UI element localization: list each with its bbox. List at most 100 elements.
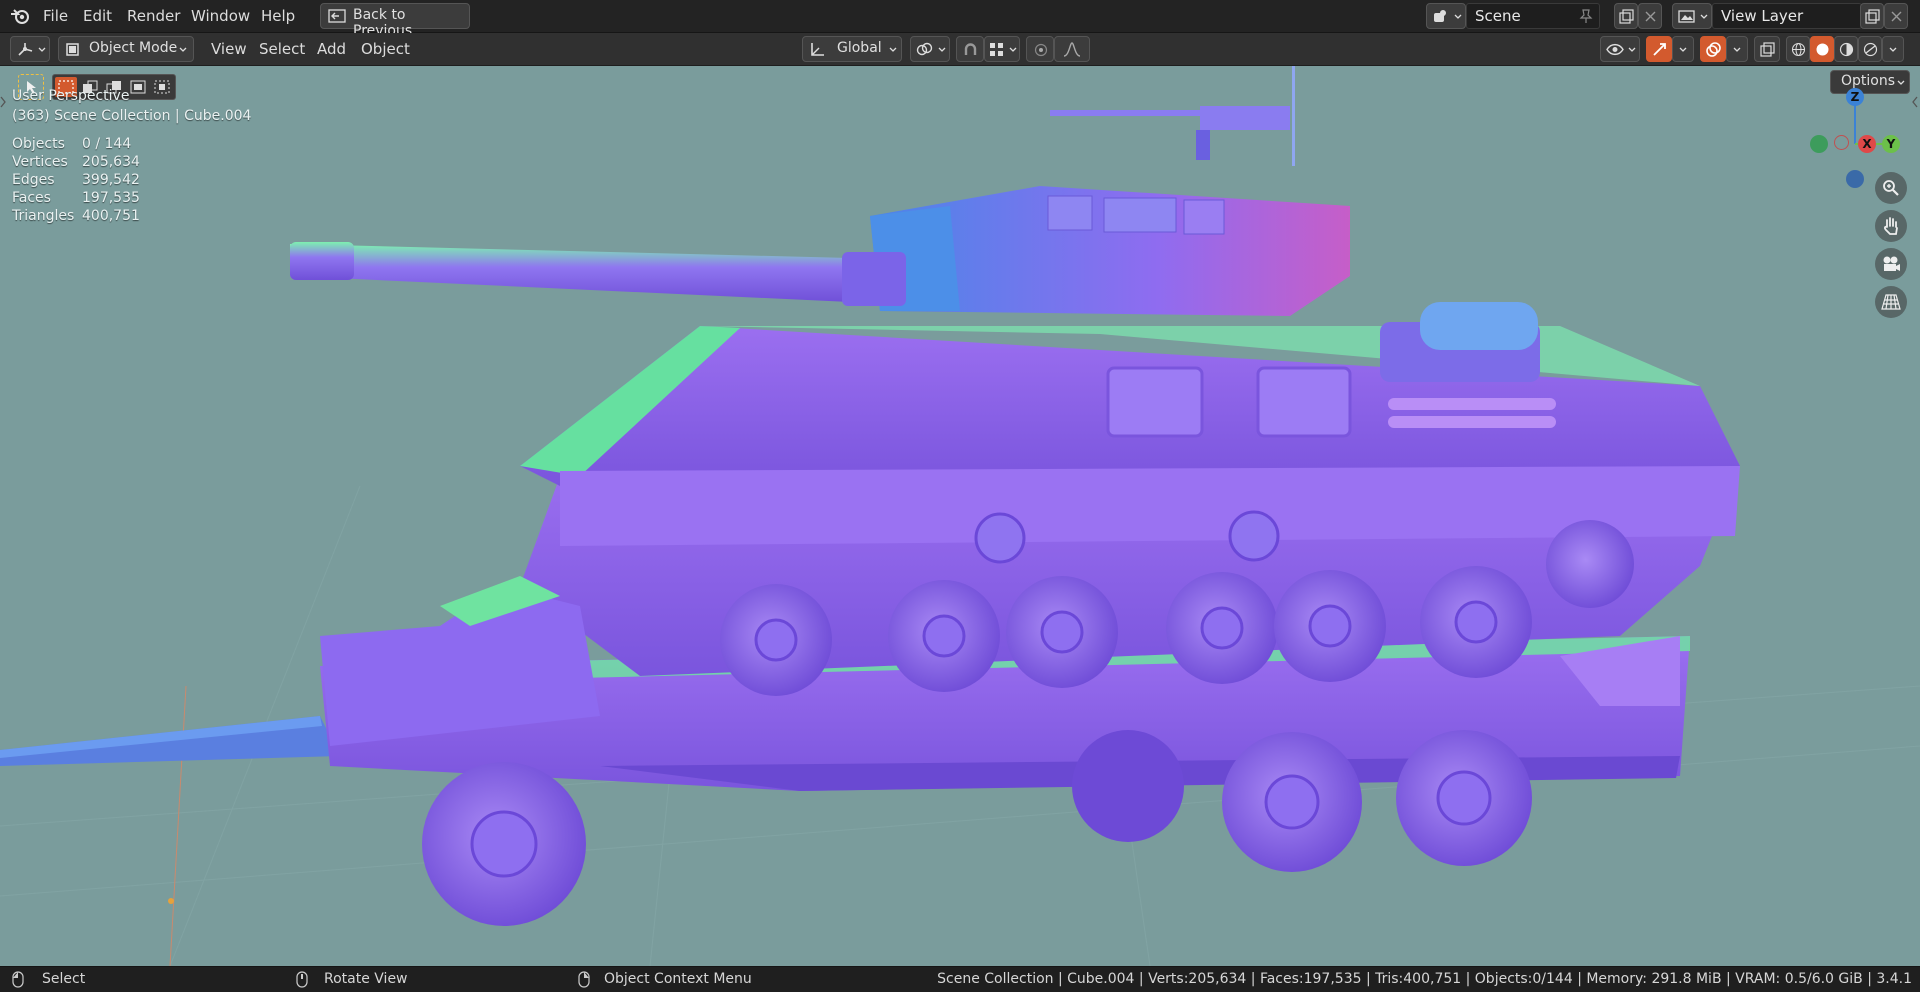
status-scene-info: Scene Collection | Cube.004 | Verts:205,… bbox=[937, 971, 1912, 987]
stat-label-faces: Faces bbox=[12, 190, 51, 206]
pan-button[interactable] bbox=[1875, 210, 1907, 242]
scene-name: Scene bbox=[1475, 7, 1521, 25]
menu-add[interactable]: Add bbox=[310, 33, 353, 65]
grid-perspective-icon bbox=[1881, 294, 1901, 310]
stat-value-faces: 197,535 bbox=[82, 190, 140, 206]
orientation-icon bbox=[811, 43, 824, 56]
status-select: Select bbox=[42, 971, 86, 987]
shading-material-button[interactable] bbox=[1834, 36, 1858, 62]
proportional-edit-toggle[interactable] bbox=[1026, 36, 1054, 62]
chevron-down-icon bbox=[889, 47, 897, 52]
menu-view[interactable]: View bbox=[204, 33, 254, 65]
viewport-header: Object Mode View Select Add Object Globa… bbox=[0, 33, 1920, 66]
shading-rendered-button[interactable] bbox=[1858, 36, 1882, 62]
snap-toggle[interactable] bbox=[956, 36, 984, 62]
menu-window[interactable]: Window bbox=[184, 0, 257, 32]
editor-type-dropdown[interactable] bbox=[10, 36, 50, 62]
xray-toggle[interactable] bbox=[1754, 36, 1780, 62]
falloff-curve-icon bbox=[1063, 42, 1081, 57]
menu-edit[interactable]: Edit bbox=[76, 0, 119, 32]
select-invert-button[interactable] bbox=[127, 77, 149, 97]
overlays-dropdown[interactable] bbox=[1726, 36, 1748, 62]
chevron-down-icon bbox=[1454, 14, 1462, 19]
mouse-right-icon bbox=[578, 971, 590, 988]
shading-wireframe-button[interactable] bbox=[1786, 36, 1810, 62]
stat-value-edges: 399,542 bbox=[82, 172, 140, 188]
close-icon bbox=[1891, 11, 1902, 22]
pivot-point-dropdown[interactable] bbox=[910, 36, 950, 62]
status-bar: Select Rotate View Object Context Menu S… bbox=[0, 966, 1920, 992]
chevron-down-icon bbox=[1679, 47, 1687, 52]
pin-icon[interactable] bbox=[1579, 9, 1593, 24]
blender-logo-icon[interactable] bbox=[10, 7, 30, 25]
hand-icon bbox=[1884, 217, 1898, 235]
new-view-layer-button[interactable] bbox=[1860, 3, 1884, 29]
gizmo-neg-z-axis[interactable] bbox=[1846, 170, 1864, 188]
duplicate-icon bbox=[1619, 9, 1634, 24]
chevron-down-icon bbox=[1700, 14, 1708, 19]
back-to-previous-button[interactable]: Back to Previous bbox=[320, 3, 470, 39]
gizmo-y-axis[interactable]: Y bbox=[1882, 135, 1900, 153]
chevron-down-icon bbox=[179, 47, 187, 52]
navigation-gizmo[interactable]: Z X Y bbox=[1810, 86, 1914, 188]
menu-object[interactable]: Object bbox=[354, 33, 417, 65]
chevron-down-icon bbox=[1733, 47, 1741, 52]
chevron-down-icon bbox=[1009, 47, 1017, 52]
scene-name-field[interactable]: Scene bbox=[1466, 3, 1600, 29]
delete-view-layer-button[interactable] bbox=[1884, 3, 1908, 29]
zoom-icon bbox=[1883, 180, 1899, 196]
camera-view-button[interactable] bbox=[1875, 248, 1907, 280]
proportional-edit-icon bbox=[1034, 43, 1048, 57]
gizmo-neg-y-axis[interactable] bbox=[1810, 135, 1828, 153]
gizmo-x-axis[interactable]: X bbox=[1858, 135, 1876, 153]
menu-help[interactable]: Help bbox=[254, 0, 302, 32]
delete-scene-button[interactable] bbox=[1638, 3, 1662, 29]
view-layer-name: View Layer bbox=[1721, 7, 1804, 25]
menu-select[interactable]: Select bbox=[252, 33, 312, 65]
gizmo-toggle[interactable] bbox=[1646, 36, 1672, 62]
overlays-toggle[interactable] bbox=[1700, 36, 1726, 62]
stat-value-objects: 0 / 144 bbox=[82, 136, 132, 152]
transform-orientation-dropdown[interactable]: Global bbox=[802, 36, 902, 62]
toggle-perspective-button[interactable] bbox=[1875, 286, 1907, 318]
3d-viewport[interactable]: User Perspective (363) Scene Collection … bbox=[0, 66, 1920, 966]
scene-type-dropdown[interactable] bbox=[1426, 3, 1466, 29]
solid-sphere-icon bbox=[1816, 43, 1829, 56]
toolbar-collapse-arrow-icon[interactable] bbox=[0, 96, 6, 108]
view-layer-name-field[interactable]: View Layer bbox=[1712, 3, 1862, 29]
mouse-left-icon bbox=[12, 971, 24, 988]
stat-label-edges: Edges bbox=[12, 172, 55, 188]
3d-viewport-icon bbox=[18, 43, 33, 56]
sidebar-collapse-arrow-icon[interactable] bbox=[1912, 96, 1918, 108]
gizmo-neg-x-axis[interactable] bbox=[1834, 135, 1849, 150]
chevron-down-icon bbox=[938, 47, 946, 52]
object-mode-icon bbox=[66, 43, 79, 56]
zoom-button[interactable] bbox=[1875, 172, 1907, 204]
view-layer-type-dropdown[interactable] bbox=[1672, 3, 1712, 29]
shading-dropdown[interactable] bbox=[1882, 36, 1904, 62]
rendered-sphere-icon bbox=[1863, 42, 1878, 57]
proportional-falloff-dropdown[interactable] bbox=[1054, 36, 1090, 62]
wireframe-sphere-icon bbox=[1791, 42, 1806, 57]
top-menu-bar: File Edit Render Window Help Back to Pre… bbox=[0, 0, 1920, 39]
gizmo-dropdown[interactable] bbox=[1672, 36, 1694, 62]
overlays-icon bbox=[1706, 42, 1721, 57]
tank-model[interactable] bbox=[0, 66, 1920, 966]
snap-target-dropdown[interactable] bbox=[984, 36, 1020, 62]
status-rotate-view: Rotate View bbox=[324, 971, 408, 987]
visibility-dropdown[interactable] bbox=[1600, 36, 1640, 62]
select-intersect-button[interactable] bbox=[151, 77, 173, 97]
status-context-menu: Object Context Menu bbox=[604, 971, 752, 987]
active-collection-label: (363) Scene Collection | Cube.004 bbox=[12, 108, 252, 124]
menu-render[interactable]: Render bbox=[120, 0, 187, 32]
chevron-down-icon bbox=[1889, 47, 1897, 52]
menu-file[interactable]: File bbox=[36, 0, 75, 32]
gizmo-z-axis[interactable]: Z bbox=[1846, 88, 1864, 106]
mode-dropdown[interactable]: Object Mode bbox=[58, 36, 194, 62]
shading-solid-button[interactable] bbox=[1810, 36, 1834, 62]
new-scene-button[interactable] bbox=[1614, 3, 1638, 29]
material-sphere-icon bbox=[1839, 42, 1854, 57]
scene-icon bbox=[1434, 10, 1446, 22]
eye-icon bbox=[1606, 43, 1624, 56]
mouse-middle-icon bbox=[296, 971, 308, 988]
